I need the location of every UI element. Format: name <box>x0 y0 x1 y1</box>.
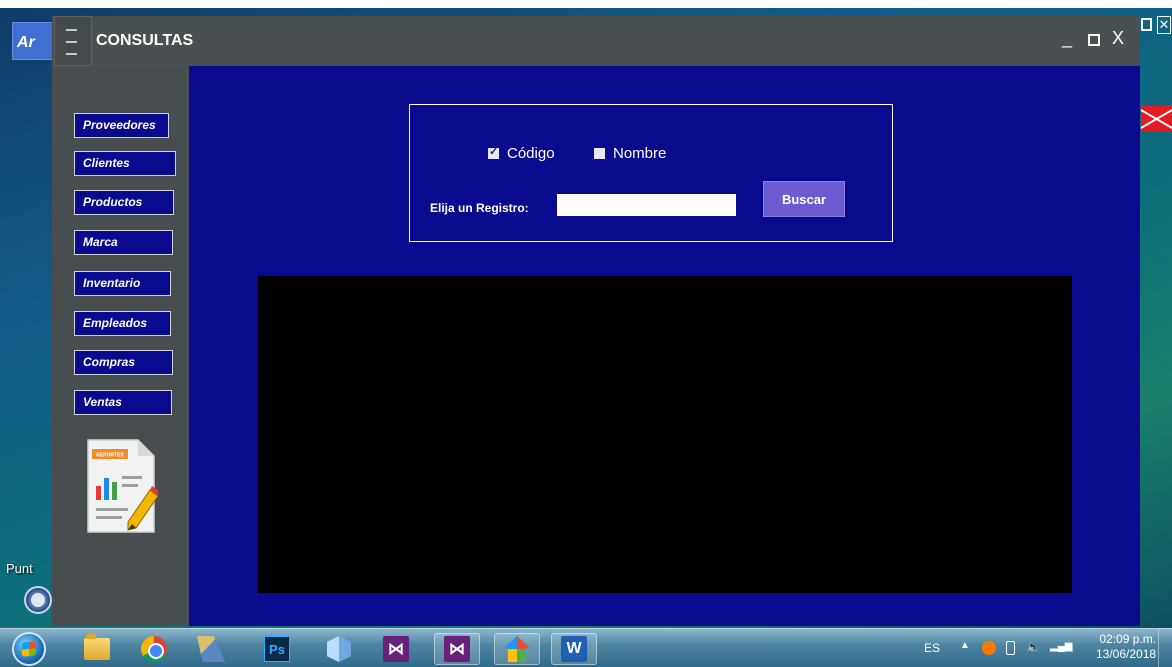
menu-line-icon <box>66 53 77 55</box>
title-bar: CONSULTAS _ X <box>52 16 1140 66</box>
desktop-top-strip <box>0 0 1172 8</box>
sidebar-item-compras[interactable]: Compras <box>74 350 173 375</box>
tools-icon <box>197 636 225 662</box>
taskbar-visual-studio-2[interactable]: ⋈ <box>434 633 480 665</box>
taskbar-virtualbox[interactable] <box>316 633 362 665</box>
show-hidden-icons-icon[interactable]: ▲ <box>960 640 970 651</box>
nombre-checkbox-label: Nombre <box>613 144 667 162</box>
start-button[interactable] <box>12 632 46 666</box>
nombre-checkbox[interactable]: Nombre <box>594 144 666 162</box>
taskbar-tools[interactable] <box>188 633 234 665</box>
codigo-checkbox-label: Código <box>507 144 555 162</box>
chrome-icon <box>141 636 167 662</box>
desktop-shortcut-label[interactable]: Punt <box>6 561 33 576</box>
photoshop-icon: Ps <box>264 636 290 662</box>
taskbar-house-app[interactable] <box>494 633 540 665</box>
clock-date: 13/06/2018 <box>1096 647 1157 661</box>
sidebar-item-inventario[interactable]: Inventario <box>74 271 171 296</box>
taskbar-file-explorer[interactable] <box>74 633 120 665</box>
show-desktop-button[interactable] <box>1158 629 1172 667</box>
search-panel: Código Nombre Elija un Registro: Buscar <box>409 104 893 242</box>
checkbox-unchecked-icon[interactable] <box>594 147 605 159</box>
cube-icon <box>327 636 351 662</box>
hamburger-menu-button[interactable] <box>54 16 92 66</box>
codigo-checkbox[interactable]: Código <box>488 144 555 162</box>
sidebar-item-proveedores[interactable]: Proveedores <box>74 113 169 138</box>
antivirus-icon[interactable] <box>982 641 996 655</box>
register-input[interactable] <box>557 194 736 216</box>
alarm-clock-icon[interactable] <box>24 586 52 614</box>
word-icon: W <box>561 636 587 662</box>
maximize-icon[interactable] <box>1141 18 1152 31</box>
close-icon[interactable]: ✕ <box>1157 16 1171 34</box>
taskbar: Ps ⋈ ⋈ W ES ▲ 🔈 ▂▄▆ 02:09 p.m. 13/06/201… <box>0 628 1172 667</box>
system-tray: ES ▲ 🔈 ▂▄▆ 02:09 p.m. 13/06/2018 <box>916 629 1172 667</box>
clock-time: 02:09 p.m. <box>1099 632 1157 646</box>
taskbar-word[interactable]: W <box>551 633 597 665</box>
menu-line-icon <box>66 41 77 43</box>
background-window-controls[interactable]: ✕ <box>1141 16 1172 42</box>
sidebar: Proveedores Clientes Productos Marca Inv… <box>52 66 189 626</box>
sidebar-item-empleados[interactable]: Empleados <box>74 311 171 336</box>
sidebar-item-ventas[interactable]: Ventas <box>74 390 172 415</box>
window-controls: _ X <box>1062 28 1132 52</box>
background-window-title[interactable]: Ar <box>12 22 56 60</box>
window-title: CONSULTAS <box>96 32 194 49</box>
reports-icon[interactable]: REPORTES <box>84 436 158 536</box>
minimize-button[interactable]: _ <box>1062 28 1072 49</box>
checkbox-checked-icon[interactable] <box>488 145 499 159</box>
menu-line-icon <box>66 29 77 31</box>
search-button[interactable]: Buscar <box>763 181 845 217</box>
visual-studio-icon: ⋈ <box>383 636 409 662</box>
language-indicator[interactable]: ES <box>924 641 940 655</box>
consultas-window: CONSULTAS _ X Proveedores Clientes Produ… <box>52 16 1140 626</box>
sidebar-item-productos[interactable]: Productos <box>74 190 174 215</box>
volume-icon[interactable]: 🔈 <box>1026 640 1041 654</box>
taskbar-chrome[interactable] <box>131 633 177 665</box>
sidebar-item-clientes[interactable]: Clientes <box>74 151 176 176</box>
sidebar-item-marca[interactable]: Marca <box>74 230 173 255</box>
battery-icon[interactable] <box>1006 641 1015 655</box>
folder-icon <box>84 634 110 660</box>
close-button[interactable]: X <box>1112 28 1124 49</box>
house-icon <box>504 636 530 662</box>
taskbar-photoshop[interactable]: Ps <box>254 633 300 665</box>
visual-studio-icon: ⋈ <box>444 636 470 662</box>
background-window-title-text: Ar <box>17 34 35 51</box>
results-grid[interactable] <box>258 276 1072 593</box>
network-icon[interactable]: ▂▄▆ <box>1050 641 1072 655</box>
maximize-button[interactable] <box>1088 34 1100 46</box>
mail-icon[interactable] <box>1141 106 1172 132</box>
register-label: Elija un Registro: <box>430 201 529 215</box>
taskbar-clock[interactable]: 02:09 p.m. 13/06/2018 <box>1096 632 1156 662</box>
reports-icon-text: REPORTES <box>96 453 124 459</box>
taskbar-visual-studio-1[interactable]: ⋈ <box>373 633 419 665</box>
